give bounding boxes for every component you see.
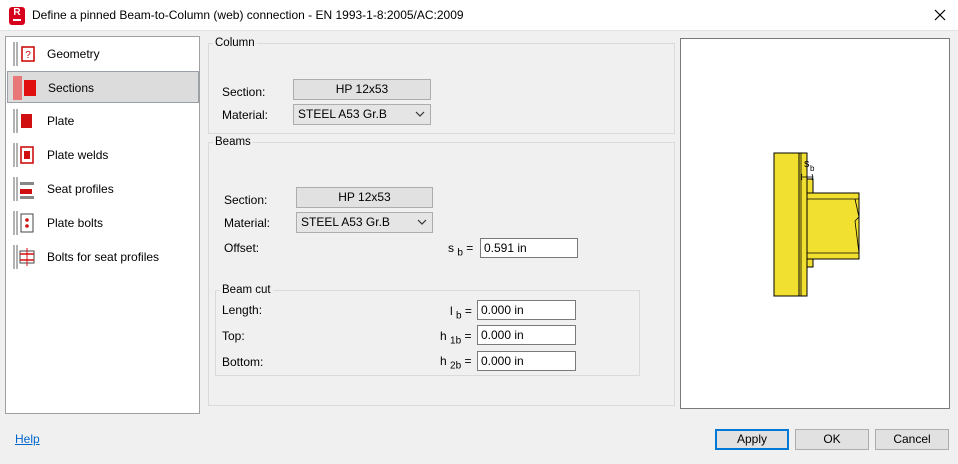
sidebar-item-plate-bolts[interactable]: Plate bolts (7, 207, 199, 239)
beams-material-select[interactable]: STEEL A53 Gr.B (296, 212, 433, 233)
geometry-icon: ? (13, 42, 35, 66)
sidebar-item-label: Sections (48, 81, 95, 95)
title-bar: R Define a pinned Beam-to-Column (web) c… (0, 0, 958, 31)
offset-symbol: s b = (448, 241, 474, 259)
top-label: Top: (222, 329, 245, 343)
column-group-title: Column (213, 37, 257, 49)
sidebar-item-label: Plate (47, 114, 75, 128)
svg-text:?: ? (25, 50, 31, 61)
connection-drawing: s b (773, 152, 860, 297)
bottom-label: Bottom: (222, 355, 264, 369)
beam-cut-group-title: Beam cut (220, 284, 273, 296)
sidebar-item-label: Plate welds (47, 148, 109, 162)
close-button[interactable] (928, 4, 952, 26)
beams-group-title: Beams (213, 136, 253, 148)
sidebar-item-geometry[interactable]: ? Geometry (7, 38, 199, 70)
column-group (208, 43, 675, 134)
sidebar-item-seat-profiles[interactable]: Seat profiles (7, 173, 199, 205)
sidebar-item-label: Bolts for seat profiles (47, 250, 160, 264)
apply-button[interactable]: Apply (715, 429, 789, 450)
seat-profiles-icon (13, 177, 34, 201)
sidebar-item-bolts-seat[interactable]: Bolts for seat profiles (7, 241, 199, 273)
sidebar-item-label: Seat profiles (47, 182, 114, 196)
bottom-symbol: h 2b = (440, 354, 472, 372)
top-symbol: h 1b = (440, 329, 472, 347)
bottom-input[interactable]: 0.000 in (477, 351, 576, 371)
sections-icon (13, 76, 36, 100)
bolts-seat-icon (13, 245, 35, 269)
sidebar-item-label: Geometry (47, 47, 100, 61)
beams-material-label: Material: (224, 216, 271, 230)
app-icon-letter: R (13, 7, 21, 18)
sidebar: ? Geometry Sections Plate Plate welds Se… (5, 36, 200, 414)
beams-offset-label: Offset: (224, 241, 260, 255)
sidebar-item-label: Plate bolts (47, 216, 104, 230)
top-input[interactable]: 0.000 in (477, 325, 576, 345)
column-material-select[interactable]: STEEL A53 Gr.B (293, 104, 431, 125)
plate-welds-icon (13, 143, 34, 167)
beam-cut-group (215, 290, 640, 376)
close-icon (934, 9, 946, 21)
beams-material-value: STEEL A53 Gr.B (301, 215, 390, 229)
length-label: Length: (222, 303, 263, 317)
beams-section-field[interactable]: HP 12x53 (296, 187, 433, 208)
column-material-label: Material: (222, 108, 269, 122)
chevron-down-icon (415, 111, 425, 117)
offset-input[interactable]: 0.591 in (480, 238, 578, 258)
help-link[interactable]: Help (15, 432, 40, 446)
sidebar-item-plate[interactable]: Plate (7, 105, 199, 137)
sidebar-item-sections[interactable]: Sections (7, 71, 199, 103)
plate-icon (13, 109, 32, 133)
window-title: Define a pinned Beam-to-Column (web) con… (32, 8, 464, 22)
column-section-field[interactable]: HP 12x53 (293, 79, 431, 100)
length-input[interactable]: 0.000 in (477, 300, 576, 320)
dimension-sub: b (810, 164, 815, 173)
connection-preview: s b (680, 38, 950, 409)
chevron-down-icon (417, 219, 427, 225)
beams-section-label: Section: (224, 193, 268, 207)
length-symbol: l b = (450, 304, 472, 322)
plate-bolts-icon (13, 211, 34, 235)
ok-button[interactable]: OK (795, 429, 869, 450)
column-section-label: Section: (222, 85, 266, 99)
column-material-value: STEEL A53 Gr.B (298, 107, 387, 121)
app-icon: R (9, 7, 25, 25)
sidebar-item-plate-welds[interactable]: Plate welds (7, 139, 199, 171)
cancel-button[interactable]: Cancel (875, 429, 949, 450)
